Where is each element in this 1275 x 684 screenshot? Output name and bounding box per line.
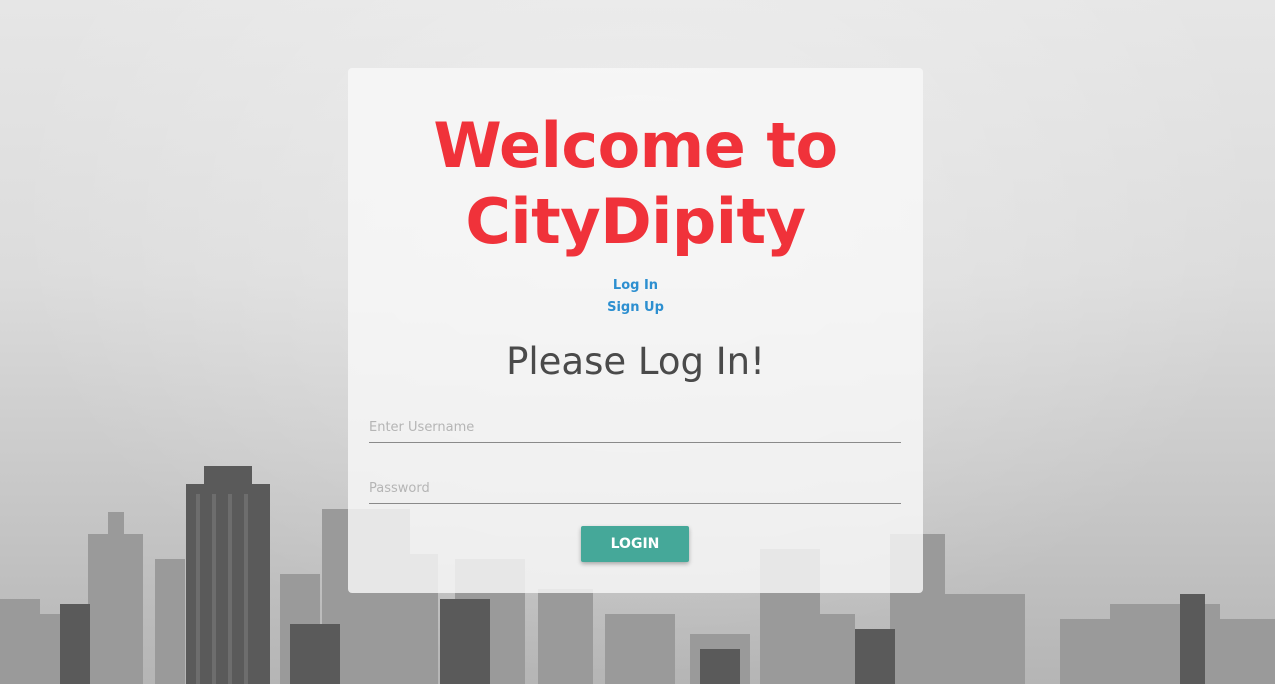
login-link[interactable]: Log In [348, 275, 923, 297]
auth-nav: Log In Sign Up [348, 275, 923, 319]
login-card: Welcome to CityDipity Log In Sign Up Ple… [348, 68, 923, 593]
signup-link[interactable]: Sign Up [348, 297, 923, 319]
title-line-1: Welcome to [433, 109, 838, 182]
page-title: Welcome to CityDipity [348, 108, 923, 260]
password-input[interactable] [369, 473, 901, 504]
form-heading: Please Log In! [506, 340, 765, 383]
login-button[interactable]: LOGIN [581, 526, 689, 562]
username-input[interactable] [369, 412, 901, 443]
title-line-2: CityDipity [465, 185, 806, 258]
